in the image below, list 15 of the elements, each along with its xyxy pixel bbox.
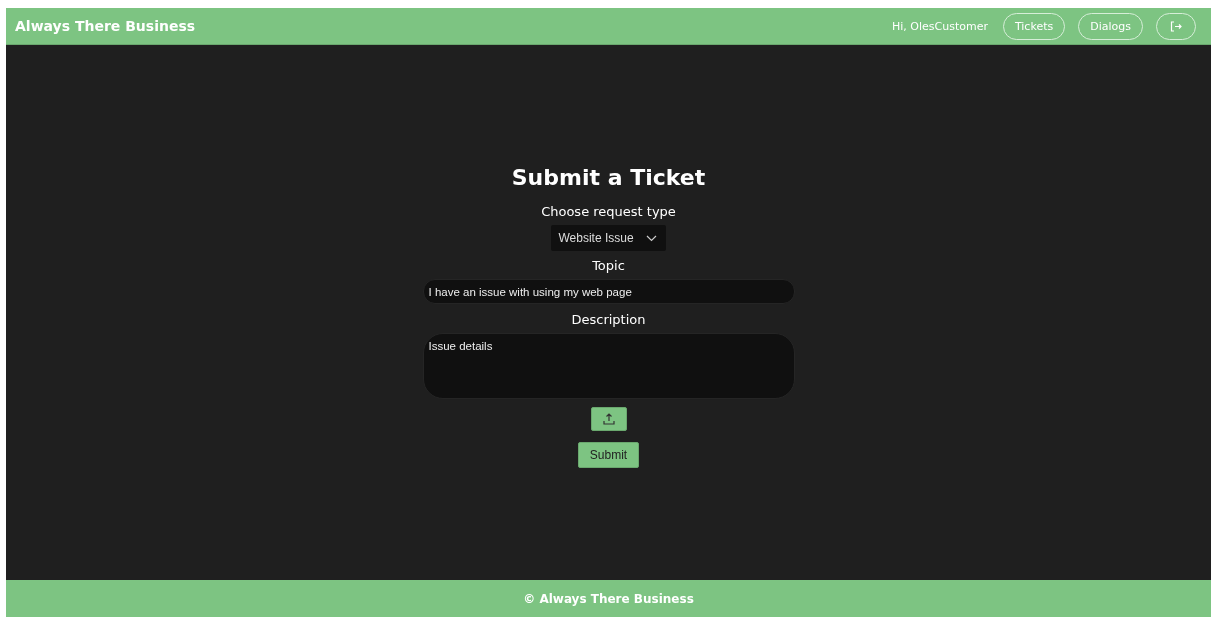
footer-text: © Always There Business — [523, 591, 694, 606]
topic-field[interactable]: I have an issue with using my web page — [422, 279, 795, 304]
submit-button[interactable]: Submit — [578, 442, 639, 468]
upload-button[interactable] — [590, 407, 627, 431]
description-label: Description — [571, 312, 646, 327]
greeting: Hi, OlesCustomer — [891, 19, 988, 33]
description-field[interactable]: Issue details — [422, 333, 795, 399]
chevron-down-icon — [645, 234, 657, 242]
upload-icon — [602, 413, 615, 425]
request-type-label: Choose request type — [541, 204, 676, 219]
form-title: Submit a Ticket — [511, 165, 706, 190]
request-type-select[interactable]: Website Issue — [551, 225, 666, 251]
topic-label: Topic — [592, 258, 625, 273]
brand-title: Always There Business — [15, 18, 196, 34]
logout-icon — [1170, 20, 1182, 32]
